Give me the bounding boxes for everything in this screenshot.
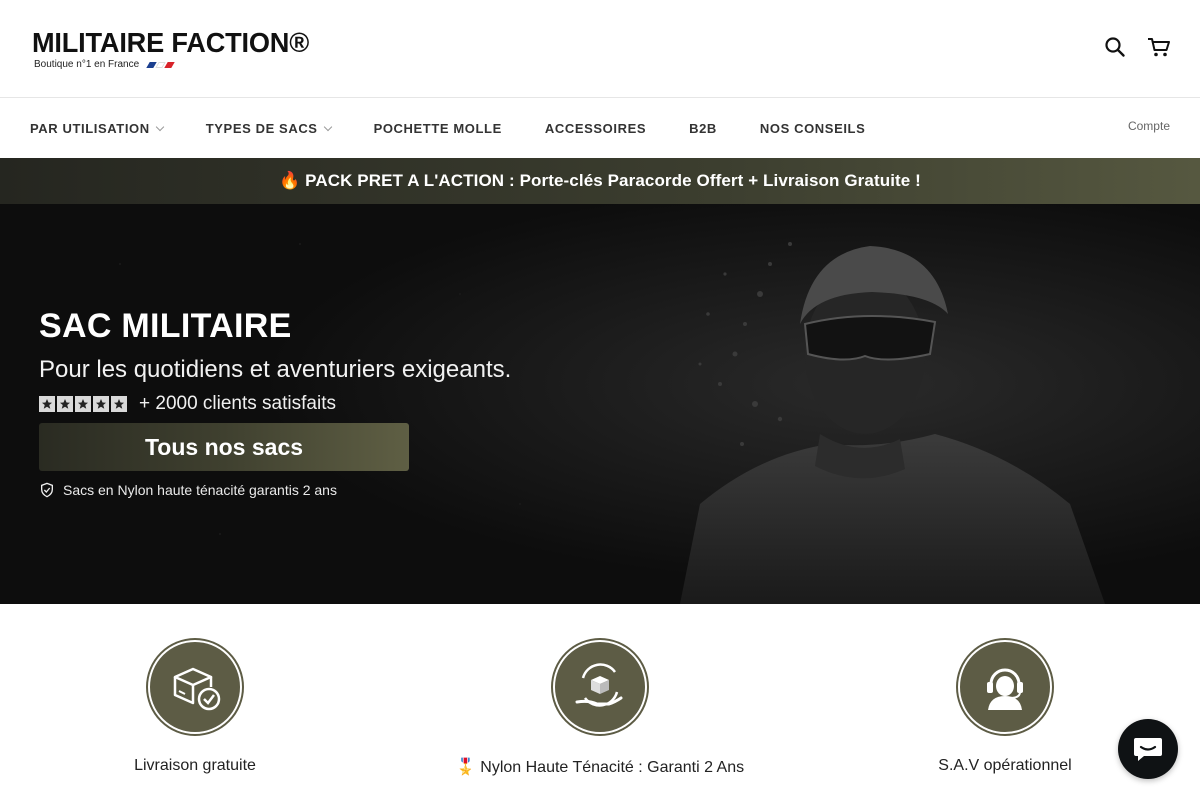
hero-title: SAC MILITAIRE [39,307,292,345]
star-icon [111,396,127,412]
package-check-icon [148,640,242,734]
logo-subtitle: Boutique n°1 en France [34,59,140,70]
feature-support: S.A.V opérationnel [845,640,1165,775]
features-section: Livraison gratuite 🎖️ Nylon Haute Ténaci… [0,604,1200,800]
announcement-text: 🔥 PACK PRET A L'ACTION : Porte-clés Para… [279,171,921,190]
nav-item-types-de-sacs[interactable]: TYPES DE SACS [205,120,332,136]
chat-bubble-icon [1134,738,1162,761]
hero-content: SAC MILITAIRE Pour les quotidiens et ave… [39,306,599,498]
feature-label: Livraison gratuite [134,757,256,774]
nav-item-nos-conseils[interactable]: NOS CONSEILS [760,121,865,136]
feature-free-delivery: Livraison gratuite [35,640,355,775]
nav-item-label: PAR UTILISATION [30,120,150,136]
guarantee-text: Sacs en Nylon haute ténacité garantis 2 … [63,482,337,498]
logo-subtitle-row: Boutique n°1 en France [34,59,318,70]
rating: + 2000 clients satisfaits [39,393,599,415]
star-icon [57,396,73,412]
chevron-down-icon [155,122,164,131]
main-nav: PAR UTILISATION TYPES DE SACS POCHETTE M… [0,98,1200,158]
nav-item-label: POCHETTE MOLLE [373,120,502,136]
guarantee-row: Sacs en Nylon haute ténacité garantis 2 … [39,482,599,498]
shield-check-icon [41,482,53,498]
feature-label: 🎖️ Nylon Haute Ténacité : Garanti 2 Ans [455,759,745,776]
french-flag-icon [146,61,175,68]
nav-item-label: B2B [689,120,717,136]
chat-button[interactable] [1118,719,1178,779]
feature-label: S.A.V opérationnel [938,757,1072,774]
star-icon [93,396,109,412]
logo[interactable]: MILITAIRE FACTION® Boutique n°1 en Franc… [32,27,318,71]
support-agent-icon [958,640,1052,734]
all-bags-button[interactable]: Tous nos sacs [39,423,409,471]
hand-box-icon [553,640,647,734]
nav-item-par-utilisation[interactable]: PAR UTILISATION [30,120,164,136]
search-icon[interactable] [1102,34,1128,60]
site-header: MILITAIRE FACTION® Boutique n°1 en Franc… [0,0,1200,98]
rating-text: + 2000 clients satisfaits [139,393,336,414]
announcement-bar[interactable]: 🔥 PACK PRET A L'ACTION : Porte-clés Para… [0,158,1200,204]
nav-item-accessoires[interactable]: ACCESSOIRES [545,121,646,136]
header-icons [1102,34,1172,60]
star-icon [75,396,91,412]
nav-items: PAR UTILISATION TYPES DE SACS POCHETTE M… [30,98,908,158]
star-icon [39,396,55,412]
hero-banner: SAC MILITAIRE Pour les quotidiens et ave… [0,204,1200,604]
nav-item-b2b[interactable]: B2B [689,121,717,136]
cart-icon[interactable] [1146,34,1172,60]
chevron-down-icon [323,122,332,131]
nav-item-label: TYPES DE SACS [205,120,318,136]
rating-stars [39,396,127,412]
feature-nylon-guarantee: 🎖️ Nylon Haute Ténacité : Garanti 2 Ans [440,640,760,777]
nav-item-label: ACCESSOIRES [544,120,647,136]
logo-title: MILITAIRE FACTION® [32,27,310,58]
nav-item-label: NOS CONSEILS [759,120,866,136]
hero-subtitle: Pour les quotidiens et aventuriers exige… [39,356,512,383]
account-link[interactable]: Compte [1128,119,1170,133]
nav-item-pochette-molle[interactable]: POCHETTE MOLLE [374,121,502,136]
